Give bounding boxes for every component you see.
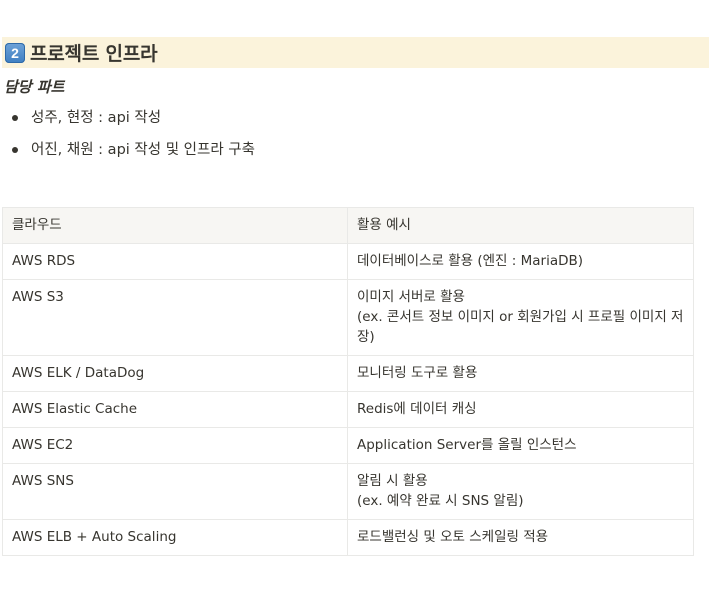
table-row: AWS ELK / DataDog 모니터링 도구로 활용 (2, 355, 694, 392)
section-heading: 2 프로젝트 인프라 (2, 37, 709, 68)
usage-line: (ex. 콘서트 정보 이미지 or 회원가입 시 프로필 이미지 저 (357, 309, 684, 325)
usage-cell: 이미지 서버로 활용 (ex. 콘서트 정보 이미지 or 회원가입 시 프로필… (347, 279, 694, 356)
usage-line: 알림 시 활용 (357, 473, 428, 489)
cloud-cell: AWS RDS (2, 243, 348, 280)
table-row: AWS SNS 알림 시 활용 (ex. 예약 완료 시 SNS 알림) (2, 463, 694, 520)
bullet-icon (12, 147, 18, 153)
section-title: 프로젝트 인프라 (30, 43, 158, 65)
cloud-cell: AWS SNS (2, 463, 348, 520)
usage-cell: 모니터링 도구로 활용 (347, 355, 694, 392)
usage-line: Redis에 데이터 캐싱 (357, 401, 477, 417)
cloud-cell: AWS ELB + Auto Scaling (2, 519, 348, 556)
header-cell-usage: 활용 예시 (347, 207, 694, 244)
table-row: AWS ELB + Auto Scaling 로드밸런싱 및 오토 스케일링 적… (2, 519, 694, 556)
keycap-number-icon: 2 (5, 42, 25, 63)
usage-cell: 로드밸런싱 및 오토 스케일링 적용 (347, 519, 694, 556)
usage-line: 로드밸런싱 및 오토 스케일링 적용 (357, 529, 549, 545)
list-item-text: 어진, 채원 : api 작성 및 인프라 구축 (31, 142, 255, 158)
subheading: 담당 파트 (4, 78, 65, 96)
usage-line: 이미지 서버로 활용 (357, 289, 465, 305)
list-item-text: 성주, 현정 : api 작성 (31, 110, 162, 126)
table-header-row: 클라우드 활용 예시 (2, 207, 694, 244)
cloud-cell: AWS Elastic Cache (2, 391, 348, 428)
list-item: 어진, 채원 : api 작성 및 인프라 구축 (0, 138, 255, 170)
bullet-icon (12, 115, 18, 121)
usage-line: (ex. 예약 완료 시 SNS 알림) (357, 493, 524, 509)
cloud-cell: AWS ELK / DataDog (2, 355, 348, 392)
list-item: 성주, 현정 : api 작성 (0, 106, 255, 138)
table-row: AWS EC2 Application Server를 올릴 인스턴스 (2, 427, 694, 464)
usage-cell: 알림 시 활용 (ex. 예약 완료 시 SNS 알림) (347, 463, 694, 520)
cloud-cell: AWS S3 (2, 279, 348, 356)
usage-cell: Application Server를 올릴 인스턴스 (347, 427, 694, 464)
bullet-list: 성주, 현정 : api 작성 어진, 채원 : api 작성 및 인프라 구축 (0, 106, 255, 170)
usage-line: 장) (357, 329, 375, 345)
header-cell-cloud: 클라우드 (2, 207, 348, 244)
usage-line: 모니터링 도구로 활용 (357, 365, 478, 381)
usage-cell: Redis에 데이터 캐싱 (347, 391, 694, 428)
usage-cell: 데이터베이스로 활용 (엔진 : MariaDB) (347, 243, 694, 280)
usage-line: Application Server를 올릴 인스턴스 (357, 437, 577, 453)
table-row: AWS S3 이미지 서버로 활용 (ex. 콘서트 정보 이미지 or 회원가… (2, 279, 694, 356)
usage-line: 데이터베이스로 활용 (엔진 : MariaDB) (357, 253, 584, 269)
table-row: AWS RDS 데이터베이스로 활용 (엔진 : MariaDB) (2, 243, 694, 280)
cloud-cell: AWS EC2 (2, 427, 348, 464)
table-row: AWS Elastic Cache Redis에 데이터 캐싱 (2, 391, 694, 428)
infra-table: 클라우드 활용 예시 AWS RDS 데이터베이스로 활용 (엔진 : Mari… (2, 207, 694, 556)
